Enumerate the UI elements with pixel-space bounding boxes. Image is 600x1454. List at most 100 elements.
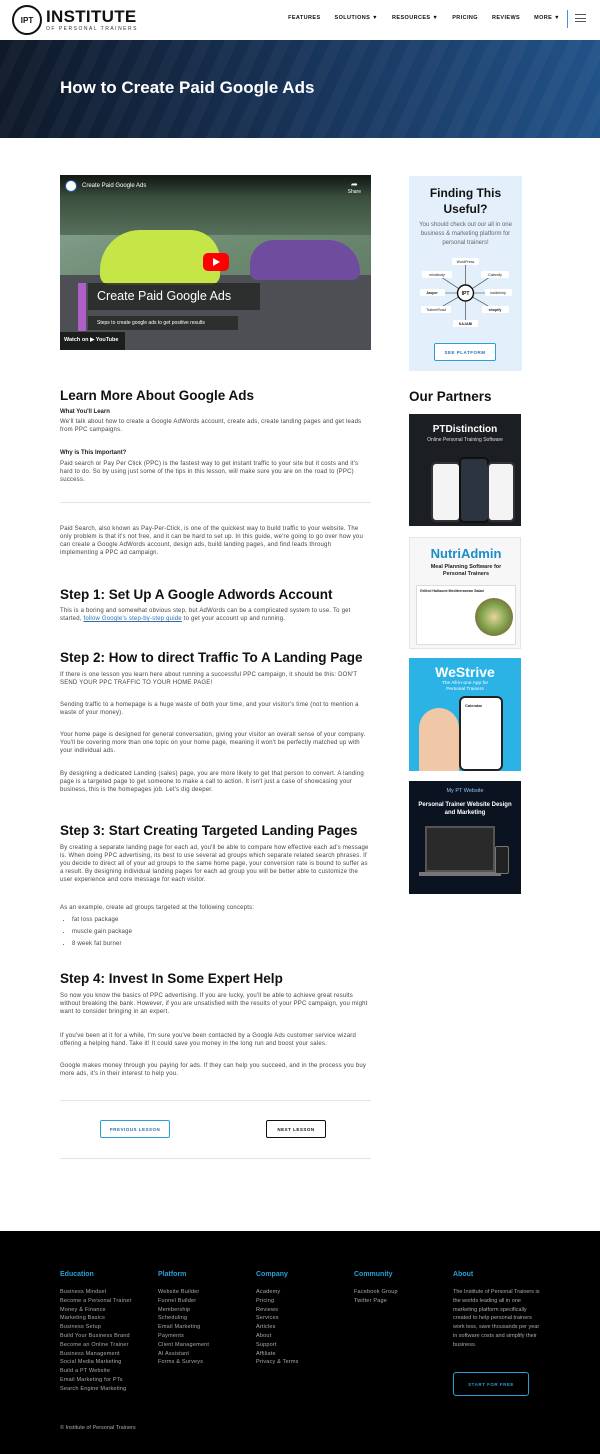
footer-link[interactable]: Services <box>256 1314 299 1323</box>
footer-heading-company: Company <box>256 1271 288 1278</box>
step3-paragraph-1: By creating a separate landing page for … <box>60 845 369 883</box>
see-platform-button[interactable]: SEE PLATFORM <box>434 343 496 361</box>
intro-paragraph: Paid Search, also known as Pay-Per-Click… <box>60 526 363 556</box>
footer-link[interactable]: Website Builder <box>158 1288 209 1297</box>
site-logo[interactable]: IPT INSTITUTE OF PERSONAL TRAINERS <box>12 5 138 35</box>
nav-resources[interactable]: RESOURCES ▼ <box>392 15 438 21</box>
phone-mockup-image <box>431 462 461 522</box>
why-important-text: Paid search or Pay Per Click (PPC) is th… <box>60 461 359 483</box>
hero-banner: How to Create Paid Google Ads <box>0 40 600 138</box>
footer-link[interactable]: AI Assistant <box>158 1350 209 1359</box>
logo-sub-text: OF PERSONAL TRAINERS <box>46 26 138 32</box>
ad-logo: My PT Website <box>446 788 484 794</box>
footer-link[interactable]: About <box>256 1332 299 1341</box>
footer-link[interactable]: Reviews <box>256 1306 299 1315</box>
footer-link[interactable]: Money & Finance <box>60 1306 132 1315</box>
integration-label: mailchimp <box>490 291 506 295</box>
nav-features[interactable]: FEATURES <box>288 15 320 21</box>
footer-link[interactable]: Facebook Group <box>354 1288 398 1297</box>
ad-group-list: fat loss package muscle gain package 8 w… <box>72 914 132 950</box>
footer-link[interactable]: Membership <box>158 1306 209 1315</box>
salad-image <box>475 598 513 636</box>
list-item: fat loss package <box>72 914 132 926</box>
footer-list-community: Facebook Group Twitter Page <box>354 1288 398 1306</box>
footer-link[interactable]: Support <box>256 1341 299 1350</box>
phone-mockup-image: Calendar <box>459 696 503 771</box>
footer-link[interactable]: Email Marketing for PTs <box>60 1376 132 1385</box>
previous-lesson-button[interactable]: PREVIOUS LESSON <box>100 1120 170 1138</box>
video-title[interactable]: Create Paid Google Ads <box>82 183 146 189</box>
footer-link[interactable]: Become a Personal Trainer <box>60 1297 132 1306</box>
footer-link[interactable]: Academy <box>256 1288 299 1297</box>
integration-label: shopify <box>489 308 502 312</box>
nav-reviews[interactable]: REVIEWS <box>492 15 520 21</box>
footer-link[interactable]: Build a PT Website <box>60 1367 132 1376</box>
footer-link[interactable]: Marketing Basics <box>60 1314 132 1323</box>
footer-link[interactable]: Payments <box>158 1332 209 1341</box>
phone-mockup-image <box>459 457 489 523</box>
integration-label: Jasper <box>426 291 438 295</box>
footer-link[interactable]: Pricing <box>256 1297 299 1306</box>
partner-ad-westrive[interactable]: WeStrive The All-in-one App for Personal… <box>409 658 521 771</box>
play-button-icon[interactable] <box>203 253 229 271</box>
partner-ad-my-pt-website[interactable]: My PT Website Personal Trainer Website D… <box>409 781 521 894</box>
logo-main-text: INSTITUTE <box>46 7 137 26</box>
footer-link[interactable]: Email Marketing <box>158 1323 209 1332</box>
hamburger-menu-icon[interactable] <box>575 14 586 22</box>
footer-heading-platform: Platform <box>158 1271 187 1278</box>
integration-label: mindbody <box>429 273 445 277</box>
next-lesson-button[interactable]: NEXT LESSON <box>266 1120 326 1138</box>
ad-subtitle: The All-in-one App for Personal Trainers <box>441 681 489 692</box>
video-overlay-title: Create Paid Google Ads <box>97 289 232 303</box>
footer-list-platform: Website Builder Funnel Builder Membershi… <box>158 1288 209 1367</box>
footer-link[interactable]: Scheduling <box>158 1314 209 1323</box>
footer-link[interactable]: Business Mindset <box>60 1288 132 1297</box>
google-guide-link[interactable]: follow Google's step-by-step guide <box>84 616 182 622</box>
footer-link[interactable]: Twitter Page <box>354 1297 398 1306</box>
nav-solutions[interactable]: SOLUTIONS ▼ <box>335 15 378 21</box>
laptop-mockup-image <box>425 826 495 872</box>
watch-on-youtube-link[interactable]: Watch on ▶ YouTube <box>64 337 118 343</box>
footer-link[interactable]: Funnel Builder <box>158 1297 209 1306</box>
footer-link[interactable]: Business Management <box>60 1350 132 1359</box>
step4-paragraph-3: Google makes money through you paying fo… <box>60 1063 367 1077</box>
step2-paragraph-4: By designing a dedicated Landing (sales)… <box>60 771 364 793</box>
nav-pricing[interactable]: PRICING <box>452 15 478 21</box>
footer-link[interactable]: Client Management <box>158 1341 209 1350</box>
step1-heading: Step 1: Set Up A Google Adwords Account <box>60 587 333 602</box>
video-thumbnail-person <box>250 240 360 280</box>
heading-learn-more: Learn More About Google Ads <box>60 388 255 403</box>
footer-link[interactable]: Become an Online Trainer <box>60 1341 132 1350</box>
ad-title: PTDistinction <box>432 424 498 435</box>
partner-ad-nutriadmin[interactable]: NutriAdmin Meal Planning Software for Pe… <box>409 537 521 649</box>
share-button[interactable]: ➦ Share <box>348 180 361 196</box>
footer-link[interactable]: Forms & Surveys <box>158 1358 209 1367</box>
section-divider <box>60 1158 371 1159</box>
step4-paragraph-2: If you've been at it for a while, I'm su… <box>60 1033 357 1047</box>
step4-paragraph-1: So now you know the basics of PPC advert… <box>60 993 368 1015</box>
step3-paragraph-2: As an example, create ad groups targeted… <box>60 905 255 911</box>
footer-heading-about: About <box>453 1271 474 1278</box>
footer-link[interactable]: Articles <box>256 1323 299 1332</box>
footer-link[interactable]: Privacy & Terms <box>256 1358 299 1367</box>
nav-more[interactable]: MORE ▼ <box>534 15 560 21</box>
svg-text:IPT: IPT <box>462 291 470 297</box>
partner-ad-ptdistinction[interactable]: PTDistinction Online Personal Training S… <box>409 414 521 526</box>
channel-avatar-icon[interactable] <box>65 180 77 192</box>
page-title: How to Create Paid Google Ads <box>60 78 315 97</box>
footer-link[interactable]: Business Setup <box>60 1323 132 1332</box>
video-overlay-accent <box>78 283 86 331</box>
start-for-free-button[interactable]: START FOR FREE <box>453 1372 529 1396</box>
footer-link[interactable]: Affiliate <box>256 1350 299 1359</box>
list-item: 8 week fat burner <box>72 938 132 950</box>
footer-link[interactable]: Search Engine Marketing <box>60 1385 132 1394</box>
video-thumbnail-person <box>100 230 220 285</box>
section-divider <box>60 1100 371 1101</box>
footer-link[interactable]: Build Your Business Brand <box>60 1332 132 1341</box>
section-divider <box>60 502 371 503</box>
footer-list-company: Academy Pricing Reviews Services Article… <box>256 1288 299 1367</box>
footer-link[interactable]: Social Media Marketing <box>60 1358 132 1367</box>
nav-divider <box>567 10 568 28</box>
ad-subtitle: Personal Trainer Website Design and Mark… <box>418 802 512 816</box>
share-arrow-icon: ➦ <box>350 180 358 189</box>
